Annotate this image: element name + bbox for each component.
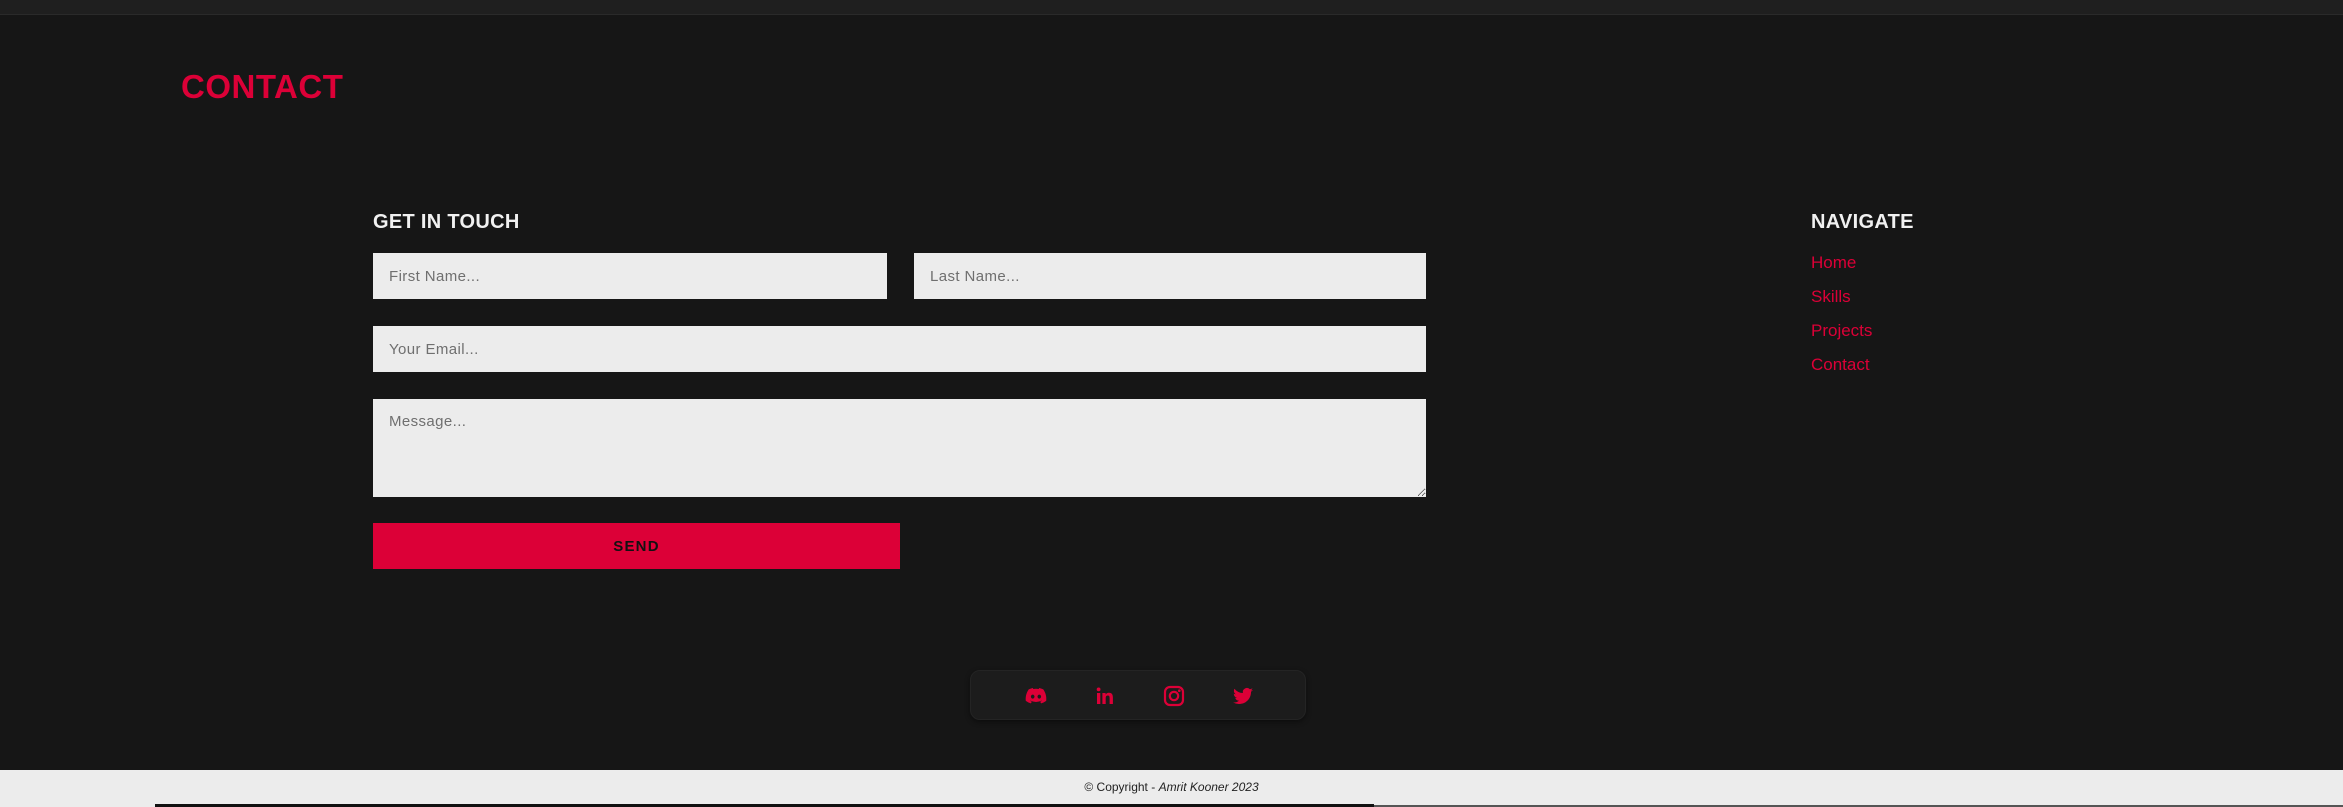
send-button[interactable]: SEND	[373, 523, 900, 569]
nav-item-skills: Skills	[1811, 286, 1872, 320]
linkedin-icon[interactable]	[1091, 682, 1119, 710]
get-in-touch-heading: GET IN TOUCH	[373, 211, 520, 233]
nav-item-contact: Contact	[1811, 354, 1872, 388]
first-name-input[interactable]	[373, 253, 887, 299]
message-textarea[interactable]	[373, 399, 1426, 497]
last-name-input[interactable]	[914, 253, 1426, 299]
contact-page: CONTACT GET IN TOUCH SEND NAVIGATE Home …	[0, 0, 2343, 807]
nav-link-contact[interactable]: Contact	[1811, 355, 1870, 374]
footer: © Copyright - Amrit Kooner 2023	[0, 770, 2343, 807]
nav-item-projects: Projects	[1811, 320, 1872, 354]
nav-link-skills[interactable]: Skills	[1811, 287, 1851, 306]
nav-item-home: Home	[1811, 252, 1872, 286]
nav-link-home[interactable]: Home	[1811, 253, 1856, 272]
discord-icon[interactable]	[1022, 682, 1050, 710]
section-title: CONTACT	[181, 68, 344, 105]
navigate-list: Home Skills Projects Contact	[1811, 252, 1872, 388]
top-divider-strip	[0, 0, 2343, 15]
email-input[interactable]	[373, 326, 1426, 372]
navigate-heading: NAVIGATE	[1811, 211, 1914, 233]
nav-link-projects[interactable]: Projects	[1811, 321, 1872, 340]
instagram-icon[interactable]	[1160, 682, 1188, 710]
copyright-text: © Copyright -	[1084, 780, 1159, 794]
copyright-author: Amrit Kooner 2023	[1158, 780, 1259, 794]
twitter-icon[interactable]	[1229, 682, 1257, 710]
social-links-bar	[970, 670, 1306, 720]
